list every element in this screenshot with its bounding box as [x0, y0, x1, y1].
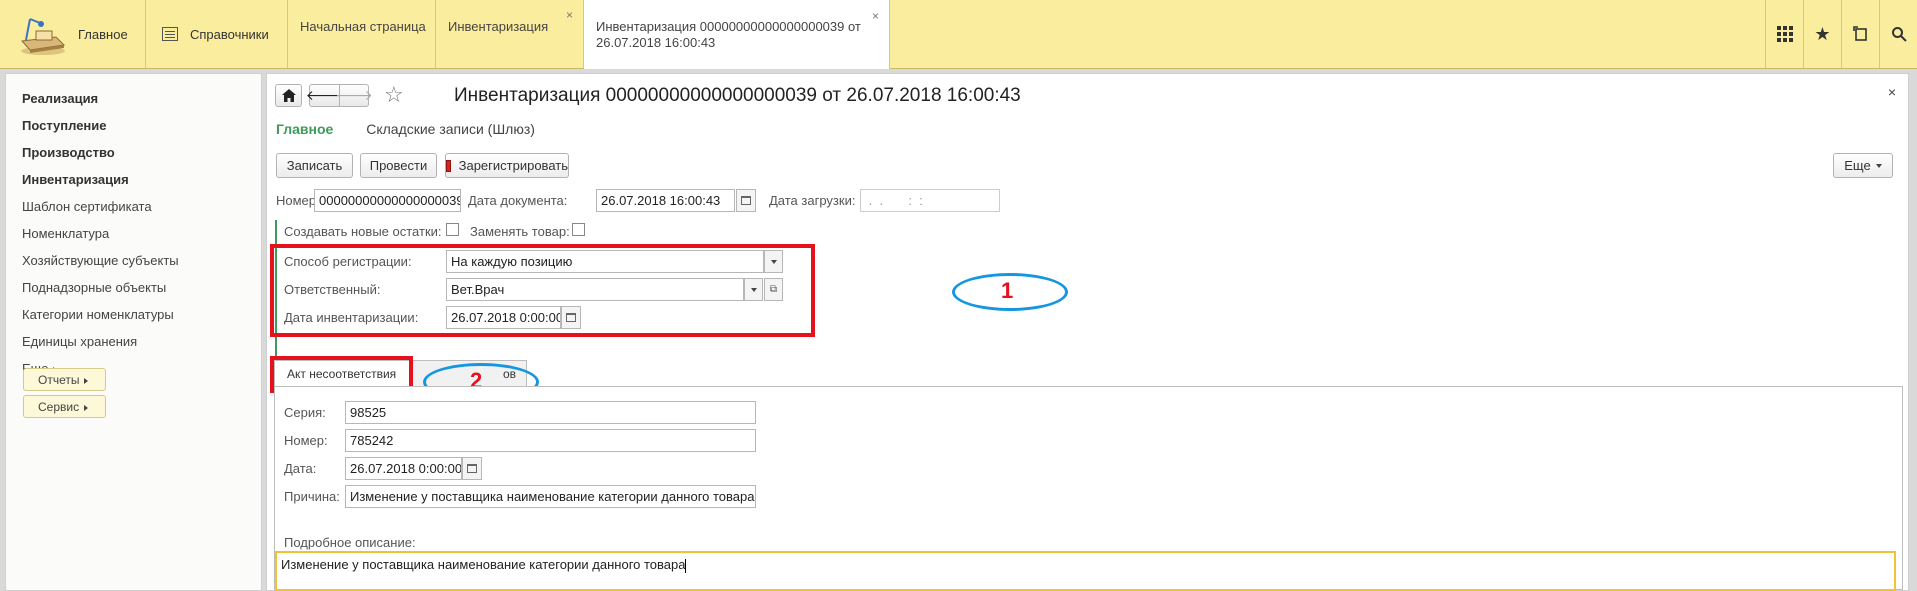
reason-field[interactable]: Изменение у поставщика наименование кате…: [345, 485, 756, 508]
register-box-icon: [446, 159, 451, 172]
sidebar-item-inventory[interactable]: Инвентаризация: [22, 172, 129, 187]
sidebar-item-nomenclature-categories[interactable]: Категории номенклатуры: [22, 307, 174, 322]
top-right-toolbar: ★: [1765, 0, 1917, 68]
tab-inventory-list-label: Инвентаризация: [448, 19, 549, 34]
chevron-right-icon: [84, 404, 89, 411]
more-actions-label: Еще: [1844, 158, 1871, 173]
description-text: Изменение у поставщика наименование кате…: [281, 557, 686, 572]
page-title: Инвентаризация 00000000000000000039 от 2…: [454, 85, 1021, 106]
reason-label: Причина:: [284, 489, 340, 504]
tab-start-page-label: Начальная страница: [300, 19, 426, 34]
calendar-icon: [467, 464, 477, 473]
annotation-box-1: [270, 244, 815, 337]
service-label: Сервис: [38, 400, 80, 414]
series-label: Серия:: [284, 405, 326, 420]
top-section-bar: Главное Справочники Начальная страница И…: [0, 0, 1917, 69]
sidebar-item-storage-units[interactable]: Единицы хранения: [22, 334, 137, 349]
reports-button[interactable]: Отчеты: [23, 368, 106, 391]
create-remains-checkbox[interactable]: [446, 223, 459, 236]
chevron-right-icon: [84, 377, 89, 384]
act-number-label: Номер:: [284, 433, 328, 448]
sidebar-item-production[interactable]: Производство: [22, 145, 115, 160]
sidebar-item-receipts[interactable]: Поступление: [22, 118, 107, 133]
load-date-label: Дата загрузки:: [769, 193, 856, 208]
close-tab-icon[interactable]: ×: [872, 8, 879, 24]
forward-button[interactable]: 🡒: [335, 84, 373, 107]
close-tab-icon[interactable]: ×: [566, 8, 573, 22]
history-icon[interactable]: [1841, 0, 1879, 68]
act-date-label: Дата:: [284, 461, 317, 476]
calendar-button[interactable]: [736, 189, 756, 212]
tab-inventory-list[interactable]: Инвентаризация ×: [436, 0, 584, 68]
tab-inventory-document[interactable]: Инвентаризация 00000000000000000039 от 2…: [584, 0, 890, 69]
sidebar: Реализация Поступление Производство Инве…: [5, 73, 262, 591]
tab-doc-label-line1: Инвентаризация 00000000000000000039 от: [596, 19, 861, 34]
post-button[interactable]: Провести: [360, 153, 437, 178]
doc-date-label: Дата документа:: [468, 193, 568, 208]
reports-label: Отчеты: [38, 373, 80, 387]
register-button[interactable]: Зарегистрировать: [445, 153, 569, 178]
description-textarea[interactable]: Изменение у поставщика наименование кате…: [275, 551, 1896, 591]
sidebar-item-supervised-objects[interactable]: Поднадзорные объекты: [22, 280, 166, 295]
close-form-icon[interactable]: ×: [1888, 84, 1896, 100]
more-actions-button[interactable]: Еще: [1833, 153, 1893, 178]
section-link-main[interactable]: Главное: [276, 121, 333, 137]
sidebar-item-business-entities[interactable]: Хозяйствующие субъекты: [22, 253, 179, 268]
grid-icon[interactable]: [1765, 0, 1803, 68]
home-label: Главное: [78, 26, 128, 42]
tab-doc-label-line2: 26.07.2018 16:00:43: [596, 35, 716, 50]
arrow-right-icon: 🡒: [335, 87, 373, 103]
references-section-button[interactable]: Справочники: [146, 0, 288, 68]
favorite-star-icon[interactable]: ☆: [384, 82, 404, 108]
register-button-label: Зарегистрировать: [458, 158, 568, 173]
act-date-field[interactable]: 26.07.2018 0:00:00: [345, 457, 462, 480]
home-desk-icon: [16, 11, 68, 57]
series-field[interactable]: 98525: [345, 401, 756, 424]
form-sections: Главное Складские записи (Шлюз): [276, 121, 535, 137]
document-form: 🡐 🡒 ☆ Инвентаризация 0000000000000000003…: [266, 73, 1909, 591]
text-cursor: [685, 558, 687, 573]
tab-start-page[interactable]: Начальная страница: [288, 0, 436, 68]
search-icon[interactable]: [1879, 0, 1917, 68]
references-label: Справочники: [190, 26, 269, 42]
chevron-down-icon: [1875, 163, 1882, 168]
sidebar-item-sales[interactable]: Реализация: [22, 91, 98, 106]
home-button[interactable]: [275, 84, 302, 107]
save-button[interactable]: Записать: [276, 153, 353, 178]
references-list-icon: [162, 27, 178, 41]
section-link-warehouse-records[interactable]: Складские записи (Шлюз): [366, 121, 535, 137]
doc-date-field[interactable]: 26.07.2018 16:00:43: [596, 189, 735, 212]
calendar-icon: [741, 196, 751, 205]
act-number-field[interactable]: 785242: [345, 429, 756, 452]
sidebar-item-nomenclature[interactable]: Номенклатура: [22, 226, 109, 241]
annotation-number-1: 1: [1001, 278, 1014, 303]
create-remains-label: Создавать новые остатки:: [284, 224, 442, 239]
replace-goods-checkbox[interactable]: [572, 223, 585, 236]
replace-goods-label: Заменять товар:: [470, 224, 570, 239]
description-label: Подробное описание:: [284, 535, 416, 550]
sidebar-item-certificate-template[interactable]: Шаблон сертификата: [22, 199, 152, 214]
load-date-field[interactable]: . . : :: [860, 189, 1000, 212]
calendar-button[interactable]: [462, 457, 482, 480]
number-field[interactable]: 00000000000000000039: [314, 189, 461, 212]
service-button[interactable]: Сервис: [23, 395, 106, 418]
star-icon[interactable]: ★: [1803, 0, 1841, 68]
home-section-button[interactable]: Главное: [0, 0, 146, 68]
house-icon: [281, 89, 296, 102]
